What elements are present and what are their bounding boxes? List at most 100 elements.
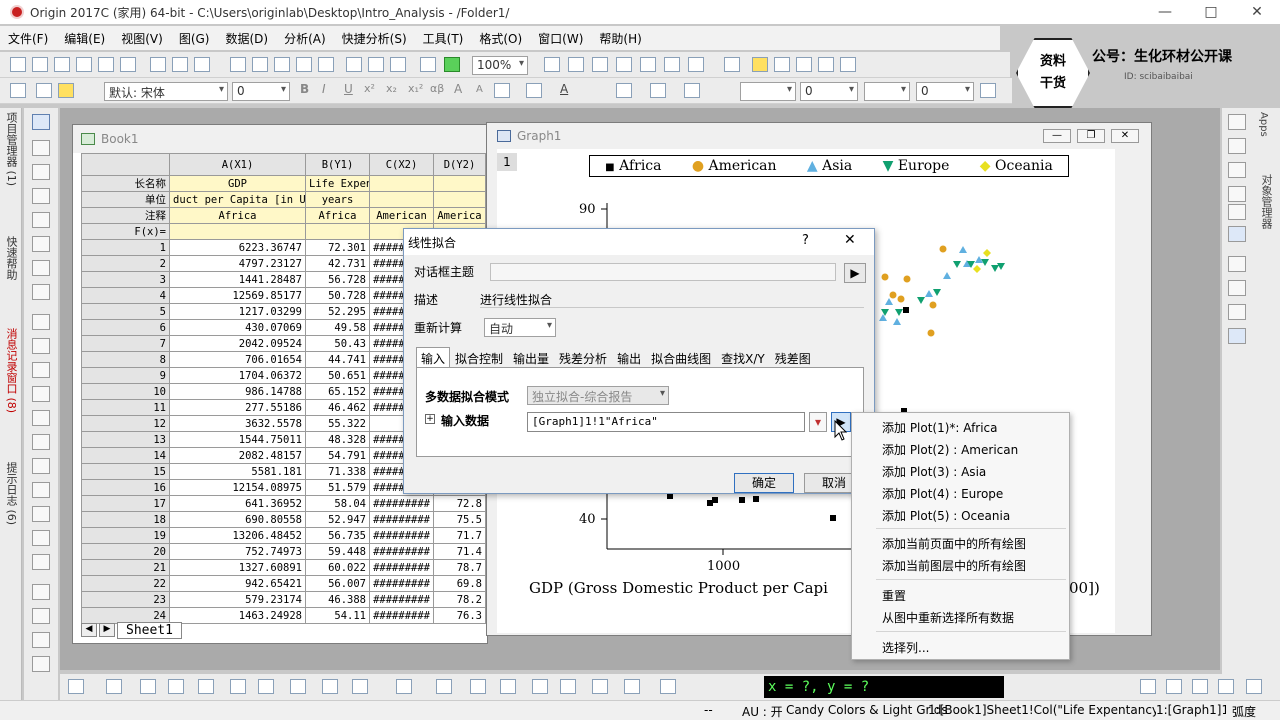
data-cell[interactable]: 706.01654: [169, 351, 306, 368]
new-excel-icon[interactable]: [172, 57, 188, 72]
meta-cell[interactable]: years: [305, 191, 370, 208]
menu-add-all-layer-plots[interactable]: 添加当前图层中的所有绘图: [882, 557, 1026, 574]
data-cell[interactable]: 54.11: [305, 607, 370, 624]
row-header[interactable]: 8: [81, 351, 170, 368]
data-cell[interactable]: 579.23174: [169, 591, 306, 608]
meta-cell[interactable]: duct per Capita [in USD: [169, 191, 306, 208]
data-cell[interactable]: 52.947: [305, 511, 370, 528]
minimize-button[interactable]: —: [1142, 0, 1188, 24]
new-function-icon[interactable]: [120, 57, 136, 72]
data-cell[interactable]: #########: [369, 511, 434, 528]
color-fill-icon[interactable]: [660, 679, 676, 694]
data-cell[interactable]: 59.448: [305, 543, 370, 560]
line-style-icon[interactable]: [684, 83, 700, 98]
menu-add-plot-american[interactable]: 添加 Plot(2) : American: [882, 441, 1018, 458]
data-cell[interactable]: 1441.28487: [169, 271, 306, 288]
merge-icon[interactable]: [1228, 204, 1246, 220]
workbook-titlebar[interactable]: Book1: [73, 125, 487, 153]
paste-icon[interactable]: [10, 83, 26, 98]
refresh-icon[interactable]: [544, 57, 560, 72]
subscript-icon[interactable]: x₂: [386, 82, 397, 95]
zoom-tool-icon[interactable]: [774, 57, 790, 72]
meta-cell[interactable]: America: [433, 207, 486, 224]
data-cell[interactable]: 12154.08975: [169, 479, 306, 496]
data-cell[interactable]: 42.731: [305, 255, 370, 272]
row-header[interactable]: 20: [81, 543, 170, 560]
graph-restore-button[interactable]: ❐: [1077, 129, 1105, 143]
meta-cell[interactable]: [169, 223, 306, 240]
freehand-tool-icon[interactable]: [32, 482, 50, 498]
data-cell[interactable]: 1463.24928: [169, 607, 306, 624]
statistics-plot-icon[interactable]: [198, 679, 214, 694]
import-icon[interactable]: [346, 57, 362, 72]
data-cell[interactable]: 60.022: [305, 559, 370, 576]
add-axis-icon[interactable]: [1228, 162, 1246, 178]
meta-cell[interactable]: [305, 223, 370, 240]
scatter-plot-icon[interactable]: [106, 679, 122, 694]
data-cell[interactable]: 72.301: [305, 239, 370, 256]
superscript-icon[interactable]: x²: [364, 82, 375, 95]
data-cell[interactable]: 5581.181: [169, 463, 306, 480]
recalculate-icon[interactable]: [444, 57, 460, 72]
color-scale-icon[interactable]: [32, 656, 50, 672]
data-cell[interactable]: 56.007: [305, 575, 370, 592]
new-workbook-icon[interactable]: [32, 57, 48, 72]
symbol-icon[interactable]: [980, 83, 996, 98]
data-cell[interactable]: 46.462: [305, 399, 370, 416]
meta-cell[interactable]: GDP: [169, 175, 306, 192]
multi-data-combo[interactable]: 独立拟合-综合报告: [527, 386, 669, 405]
waterfall-icon[interactable]: [532, 679, 548, 694]
apps-tab[interactable]: Apps: [1258, 112, 1269, 137]
bold-icon[interactable]: B: [300, 82, 309, 96]
menu-select-columns[interactable]: 选择列...: [882, 639, 929, 656]
menu-add-plot-asia[interactable]: 添加 Plot(3) : Asia: [882, 463, 986, 480]
3d-plot-icon[interactable]: [322, 679, 338, 694]
matrix-plot-icon[interactable]: [560, 679, 576, 694]
data-cell[interactable]: 50.651: [305, 367, 370, 384]
column-plot-icon[interactable]: [168, 679, 184, 694]
nav-more-icon[interactable]: [1246, 679, 1262, 694]
meta-cell[interactable]: [369, 175, 434, 192]
open-template-icon[interactable]: [252, 57, 268, 72]
print-icon[interactable]: [568, 57, 584, 72]
font-combo[interactable]: 默认: 宋体: [104, 82, 228, 101]
data-cell[interactable]: 12569.85177: [169, 287, 306, 304]
data-cell[interactable]: 277.55186: [169, 399, 306, 416]
column-header[interactable]: D(Y2): [433, 153, 486, 176]
meta-row-label[interactable]: 注释: [81, 207, 170, 224]
close-button[interactable]: ✕: [1234, 0, 1280, 24]
data-cell[interactable]: #########: [369, 543, 434, 560]
legend-tool-icon[interactable]: [32, 632, 50, 648]
ternary-plot-icon[interactable]: [436, 679, 452, 694]
export-icon[interactable]: [318, 57, 334, 72]
menu-quick-analysis[interactable]: 快捷分析(S): [334, 30, 415, 47]
data-cell[interactable]: 71.4: [433, 543, 486, 560]
data-cell[interactable]: 58.04: [305, 495, 370, 512]
text-tool-icon[interactable]: [32, 314, 50, 330]
menu-view[interactable]: 视图(V): [113, 30, 171, 47]
row-header[interactable]: 23: [81, 591, 170, 608]
new-matrix-icon[interactable]: [76, 57, 92, 72]
sheet-tab-sheet1[interactable]: Sheet1: [117, 621, 182, 639]
sheet-prev-icon[interactable]: ◀: [81, 623, 97, 637]
row-header[interactable]: 9: [81, 367, 170, 384]
meta-cell[interactable]: [369, 191, 434, 208]
data-selector-icon[interactable]: [32, 236, 50, 252]
column-header[interactable]: B(Y1): [305, 153, 370, 176]
row-header[interactable]: 6: [81, 319, 170, 336]
data-cell[interactable]: 78.7: [433, 559, 486, 576]
multi-panel-icon[interactable]: [500, 679, 516, 694]
menu-graph[interactable]: 图(G): [171, 30, 218, 47]
data-cell[interactable]: 430.07069: [169, 319, 306, 336]
row-header[interactable]: 15: [81, 463, 170, 480]
data-cell[interactable]: 69.8: [433, 575, 486, 592]
quick-help-tab[interactable]: 快速帮助: [3, 236, 19, 280]
data-cell[interactable]: 49.58: [305, 319, 370, 336]
dialog-close-button[interactable]: ✕: [844, 232, 856, 248]
rescale-icon[interactable]: [1228, 138, 1246, 154]
object-manager-tab[interactable]: 对象管理器: [1258, 174, 1274, 229]
data-cell[interactable]: 72.8: [433, 495, 486, 512]
theme-field[interactable]: [490, 263, 836, 281]
menu-window[interactable]: 窗口(W): [530, 30, 591, 47]
meta-row-label[interactable]: 长名称: [81, 175, 170, 192]
